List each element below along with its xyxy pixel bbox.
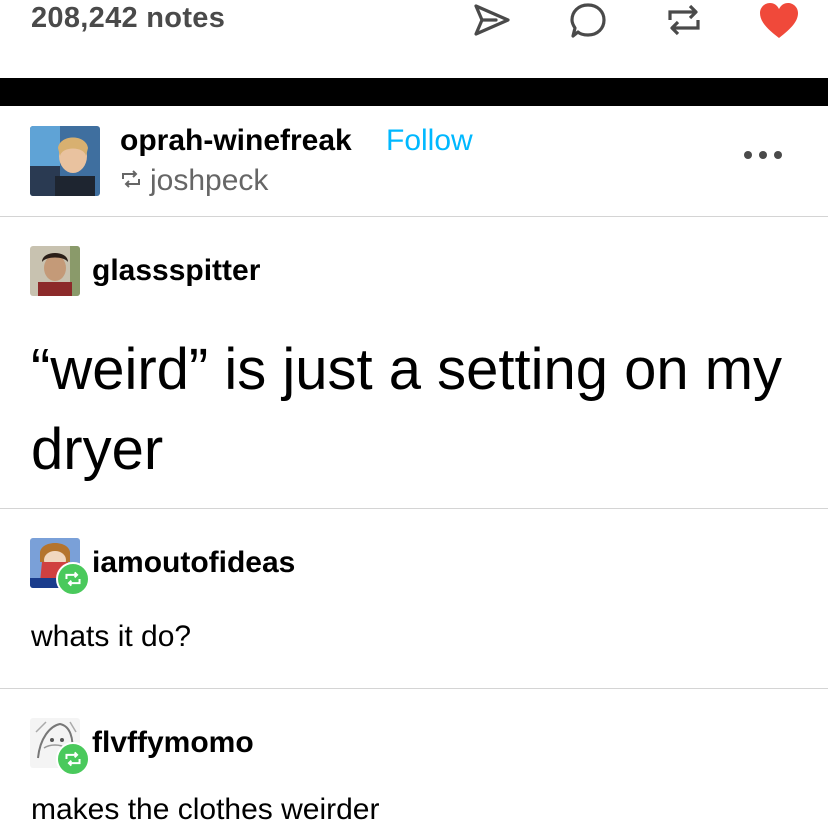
thread-text: whats it do? xyxy=(31,620,192,653)
thread-username[interactable]: glassspitter xyxy=(92,254,260,288)
heart-icon[interactable] xyxy=(758,0,800,45)
post-header: oprah-winefreak Follow joshpeck xyxy=(0,106,828,216)
reblogged-from-name: joshpeck xyxy=(150,164,269,197)
share-icon[interactable] xyxy=(472,0,512,45)
thread-username[interactable]: flvffymomo xyxy=(92,726,254,760)
notes-count[interactable]: 208,242 notes xyxy=(31,2,225,35)
follow-button[interactable]: Follow xyxy=(386,124,473,158)
more-icon[interactable] xyxy=(742,148,784,166)
reblog-small-icon xyxy=(120,164,142,198)
reblog-badge-icon xyxy=(56,742,90,776)
divider xyxy=(0,688,828,689)
thread-text: makes the clothes weirder xyxy=(31,793,380,826)
notes-bar: 208,242 notes xyxy=(0,0,828,78)
black-band xyxy=(0,78,828,106)
reblog-badge-icon xyxy=(56,562,90,596)
reply-icon[interactable] xyxy=(568,0,608,45)
reblogged-from[interactable]: joshpeck xyxy=(120,164,268,198)
reblog-icon[interactable] xyxy=(664,0,704,45)
thread-username[interactable]: iamoutofideas xyxy=(92,546,295,580)
blog-name[interactable]: oprah-winefreak xyxy=(120,124,352,158)
avatar[interactable] xyxy=(30,246,80,296)
avatar[interactable] xyxy=(30,126,100,196)
divider xyxy=(0,216,828,217)
divider xyxy=(0,508,828,509)
thread-text: “weird” is just a setting on my dryer xyxy=(31,337,783,482)
